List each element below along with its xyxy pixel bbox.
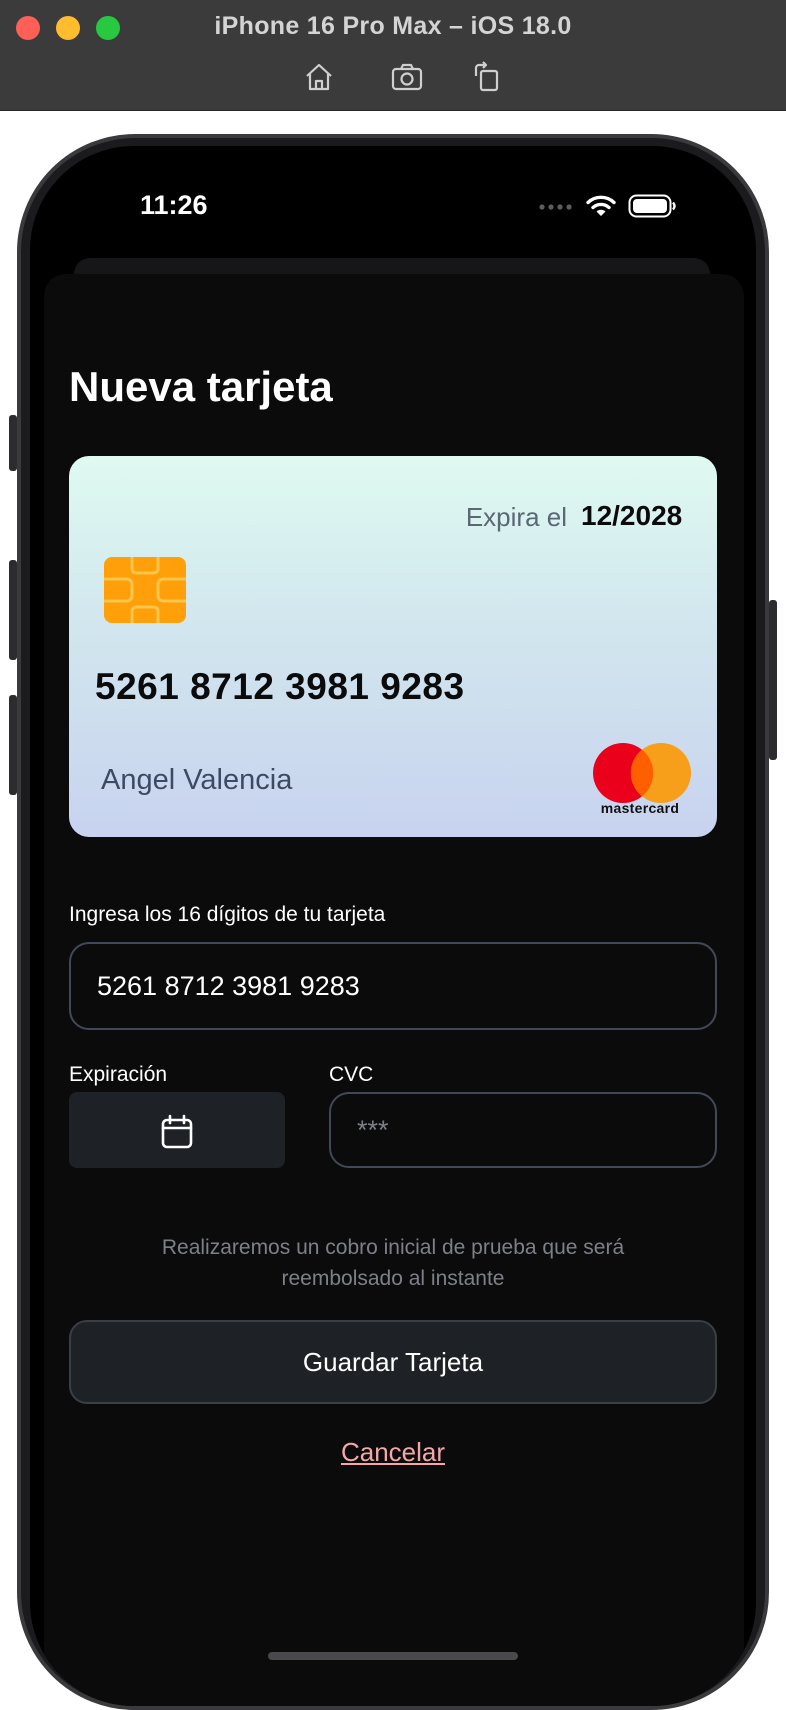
home-indicator[interactable]	[268, 1652, 518, 1660]
cvc-field[interactable]	[329, 1092, 717, 1168]
volume-up-button	[9, 560, 17, 660]
card-brand: mastercard	[600, 800, 680, 816]
expiry-date-picker[interactable]	[69, 1092, 285, 1168]
cvc-label: CVC	[329, 1063, 374, 1086]
volume-down-button	[9, 695, 17, 795]
action-button	[9, 415, 17, 471]
cancel-link[interactable]: Cancelar	[30, 1437, 756, 1468]
simulator-titlebar: iPhone 16 Pro Max – iOS 18.0	[0, 0, 786, 111]
page-title: Nueva tarjeta	[69, 363, 333, 410]
signal-icon	[539, 204, 572, 210]
expiry-label: Expiración	[69, 1063, 168, 1086]
cvc-input[interactable]	[331, 1094, 715, 1166]
card-number-input[interactable]	[71, 944, 715, 1028]
rotate-icon[interactable]	[470, 60, 504, 94]
card-number-field[interactable]	[69, 942, 717, 1030]
card-expiry-value: 12/2028	[581, 500, 683, 531]
card-chip-icon	[104, 557, 186, 623]
charge-note: Realizaremos un cobro inicial de prueba …	[161, 1236, 625, 1290]
save-card-button[interactable]: Guardar Tarjeta	[69, 1320, 717, 1404]
phone-screen: 11:26 Nueva tarjeta Expira el 12/2028 52…	[30, 146, 756, 1706]
card-number: 5261 8712 3981 9283	[95, 666, 465, 707]
status-time: 11:26	[140, 190, 208, 220]
battery-icon	[628, 194, 676, 218]
wifi-icon	[586, 195, 616, 216]
card-holder-name: Angel Valencia	[101, 764, 293, 796]
card-expiry-label: Expira el	[465, 502, 567, 532]
window-title: iPhone 16 Pro Max – iOS 18.0	[214, 12, 572, 40]
screenshot-icon[interactable]	[390, 60, 424, 94]
card-preview: Expira el 12/2028 5261 8712 3981 9283 An…	[69, 456, 717, 837]
power-button	[769, 600, 777, 760]
home-icon[interactable]	[302, 60, 336, 94]
status-icons	[538, 194, 678, 218]
calendar-icon	[161, 1114, 193, 1149]
card-number-label: Ingresa los 16 dígitos de tu tarjeta	[69, 903, 386, 926]
